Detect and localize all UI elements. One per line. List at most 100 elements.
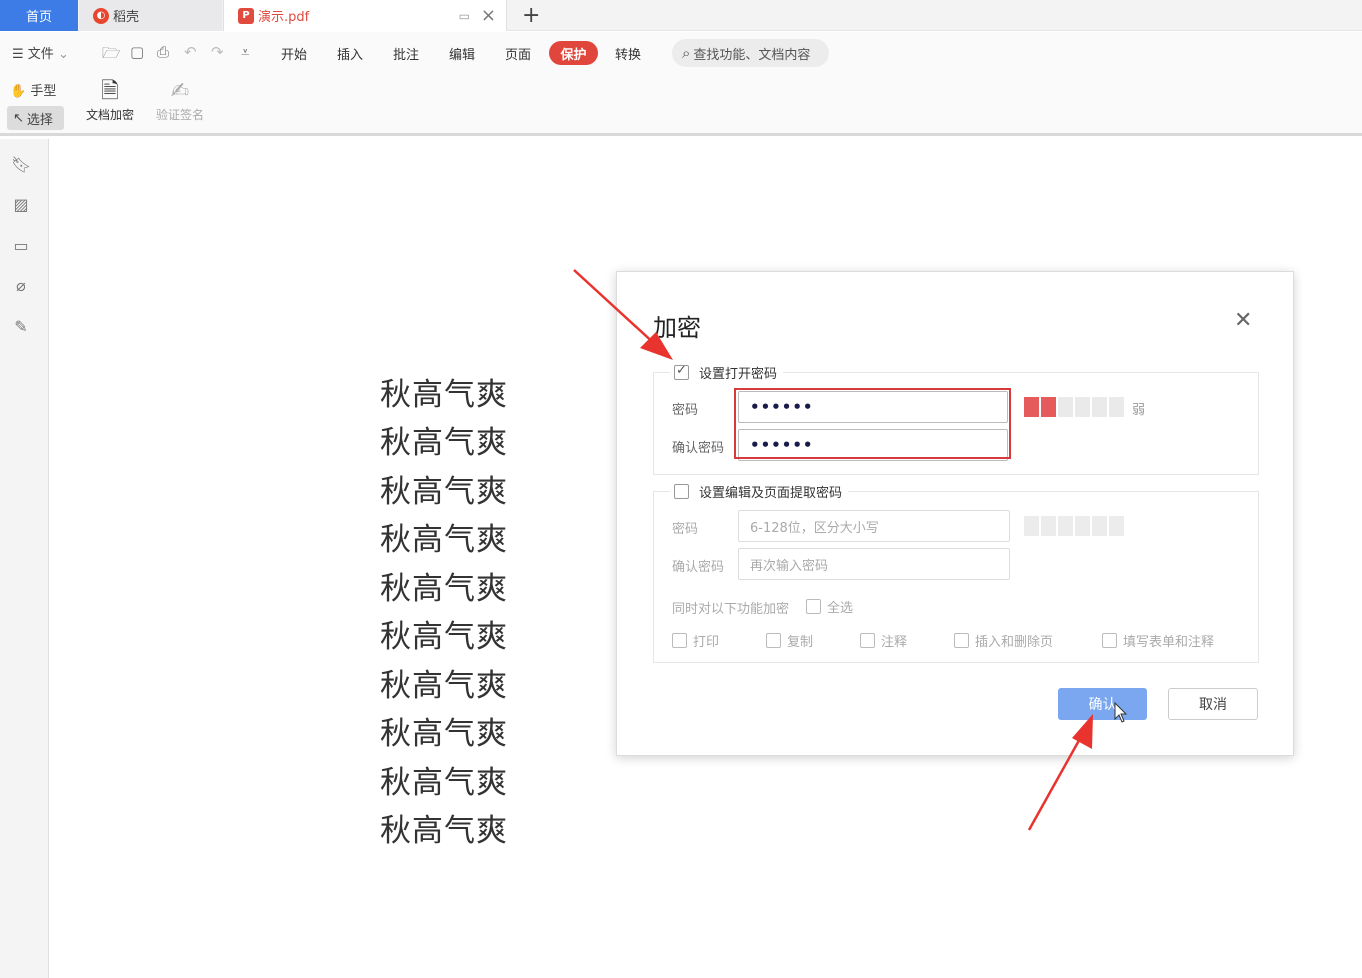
thumbnail-icon[interactable]: ▨ — [11, 195, 31, 215]
strength-segment — [1058, 397, 1073, 417]
confirm-button[interactable]: 确认 — [1058, 688, 1147, 720]
search-icon: ⌕ — [682, 44, 691, 62]
left-sidebar: 🔖︎ ▨ ▭ ⌀ ✎ — [0, 139, 49, 978]
dialog-title: 加密 — [653, 314, 701, 342]
pdf-icon: P — [238, 7, 254, 24]
strength-segment — [1024, 397, 1039, 417]
checkbox-unchecked-icon — [954, 633, 969, 648]
password-fields-highlight — [734, 388, 1011, 459]
verify-signature-label: 验证签名 — [155, 108, 204, 122]
document-text-line: 秋高气爽 — [380, 668, 508, 704]
checkbox-unchecked-icon — [806, 599, 821, 614]
signature-icon[interactable]: ✎ — [11, 317, 31, 337]
tab-home[interactable]: 首页 — [0, 0, 78, 31]
option-print-label: 打印 — [693, 635, 720, 650]
verify-signature-button[interactable]: ✍ 验证签名 — [152, 78, 208, 123]
open-password-checkbox-label: 设置打开密码 — [699, 367, 778, 382]
strength-segment — [1041, 516, 1056, 536]
file-menu[interactable]: ☰ 文件 ⌄ — [12, 43, 69, 62]
document-encrypt-label: 文档加密 — [85, 108, 134, 122]
password-strength-meter — [1024, 397, 1124, 417]
strength-segment — [1075, 516, 1090, 536]
menu-protect[interactable]: 保护 — [549, 41, 598, 65]
edit-password-field[interactable]: 6-128位，区分大小写 — [738, 510, 1010, 542]
docer-icon: ◐ — [93, 7, 109, 24]
select-all-label: 全选 — [827, 601, 854, 616]
document-lock-icon: 🗎 — [101, 79, 119, 104]
password-label: 密码 — [672, 403, 699, 418]
tab-pdf-label: 演示.pdf — [258, 10, 310, 25]
checkbox-unchecked-icon — [672, 633, 687, 648]
option-annotate-label: 注释 — [881, 635, 908, 650]
tab-docer[interactable]: ◐ 稻壳 — [79, 0, 222, 31]
edit-confirm-password-label: 确认密码 — [672, 560, 725, 575]
save-icon[interactable]: ▢ — [130, 43, 144, 61]
comment-icon[interactable]: ▭ — [11, 236, 31, 256]
edit-password-checkbox[interactable]: 设置编辑及页面提取密码 — [670, 482, 849, 501]
search-box[interactable]: ⌕ 查找功能、文档内容 — [672, 39, 829, 67]
checkbox-unchecked-icon — [766, 633, 781, 648]
bookmark-icon[interactable]: 🔖︎ — [11, 155, 31, 175]
edit-confirm-password-field[interactable]: 再次输入密码 — [738, 548, 1010, 580]
strength-segment — [1109, 397, 1124, 417]
search-placeholder: 查找功能、文档内容 — [693, 47, 811, 63]
strength-segment — [1109, 516, 1124, 536]
document-encrypt-button[interactable]: 🗎 文档加密 — [82, 78, 138, 123]
option-annotate-checkbox[interactable]: 注释 — [860, 631, 907, 650]
checkbox-unchecked-icon — [674, 484, 689, 499]
pin-icon[interactable]: ▭ — [459, 9, 470, 23]
confirm-password-label: 确认密码 — [672, 441, 725, 456]
hand-tool-label: 手型 — [30, 84, 57, 99]
document-text-line: 秋高气爽 — [380, 765, 508, 801]
close-tab-icon[interactable]: × — [481, 5, 496, 26]
also-encrypt-label: 同时对以下功能加密 — [672, 602, 790, 617]
document-text-line: 秋高气爽 — [380, 716, 508, 752]
undo-icon[interactable]: ↶ — [184, 43, 197, 61]
open-password-checkbox[interactable]: 设置打开密码 — [670, 363, 784, 382]
new-tab-button[interactable]: + — [522, 3, 540, 28]
document-text-line: 秋高气爽 — [380, 522, 508, 558]
document-text-line: 秋高气爽 — [380, 571, 508, 607]
menu-start[interactable]: 开始 — [281, 44, 307, 63]
close-icon[interactable]: ✕ — [1234, 308, 1252, 333]
menu-convert[interactable]: 转换 — [615, 44, 641, 63]
edit-password-group: 设置编辑及页面提取密码 密码 6-128位，区分大小写 确认密码 再次输入密码 … — [653, 482, 1259, 663]
option-print-checkbox[interactable]: 打印 — [672, 631, 719, 650]
checkbox-unchecked-icon — [860, 633, 875, 648]
encrypt-dialog: 加密 ✕ 设置打开密码 密码 •••••• 确认密码 •••••• 弱 设置编辑… — [616, 271, 1294, 756]
document-text-line: 秋高气爽 — [380, 425, 508, 461]
option-copy-checkbox[interactable]: 复制 — [766, 631, 813, 650]
document-text-line: 秋高气爽 — [380, 377, 508, 413]
menu-annotate[interactable]: 批注 — [393, 44, 419, 63]
tab-pdf-document[interactable]: P 演示.pdf ▭ × — [223, 0, 507, 31]
ribbon-toolbar: ✋ 手型 ↖ 选择 🗎 文档加密 ✍ 验证签名 — [0, 72, 1362, 136]
strength-segment — [1092, 397, 1107, 417]
option-copy-label: 复制 — [787, 635, 814, 650]
customize-icon[interactable]: ⩡ — [241, 43, 249, 61]
hamburger-icon: ☰ — [12, 47, 24, 62]
document-text-line: 秋高气爽 — [380, 474, 508, 510]
hand-tool[interactable]: ✋ 手型 — [10, 80, 56, 99]
attachment-icon[interactable]: ⌀ — [11, 276, 31, 296]
open-folder-icon[interactable]: 🗁 — [102, 43, 121, 68]
menu-edit[interactable]: 编辑 — [449, 44, 475, 63]
redo-icon[interactable]: ↷ — [211, 43, 224, 61]
edit-password-strength-meter — [1024, 516, 1124, 536]
select-all-checkbox[interactable]: 全选 — [806, 597, 853, 616]
strength-segment — [1058, 516, 1073, 536]
checkbox-checked-icon — [674, 363, 689, 380]
print-icon[interactable]: ⎙ — [157, 43, 169, 61]
mouse-cursor-icon — [1114, 702, 1128, 723]
password-strength-text: 弱 — [1132, 403, 1146, 418]
option-fill-forms-checkbox[interactable]: 填写表单和注释 — [1102, 631, 1214, 650]
option-insert-delete-pages-checkbox[interactable]: 插入和删除页 — [954, 631, 1053, 650]
menu-insert[interactable]: 插入 — [337, 44, 363, 63]
edit-password-label: 密码 — [672, 522, 699, 537]
select-tool[interactable]: ↖ 选择 — [7, 106, 64, 130]
cancel-button[interactable]: 取消 — [1168, 688, 1258, 720]
menu-page[interactable]: 页面 — [505, 44, 531, 63]
edit-password-checkbox-label: 设置编辑及页面提取密码 — [699, 486, 843, 501]
chevron-down-icon: ⌄ — [57, 47, 69, 62]
option-insert-delete-pages-label: 插入和删除页 — [975, 635, 1054, 650]
tab-bar: 首页 ◐ 稻壳 P 演示.pdf ▭ × + — [0, 0, 1362, 31]
